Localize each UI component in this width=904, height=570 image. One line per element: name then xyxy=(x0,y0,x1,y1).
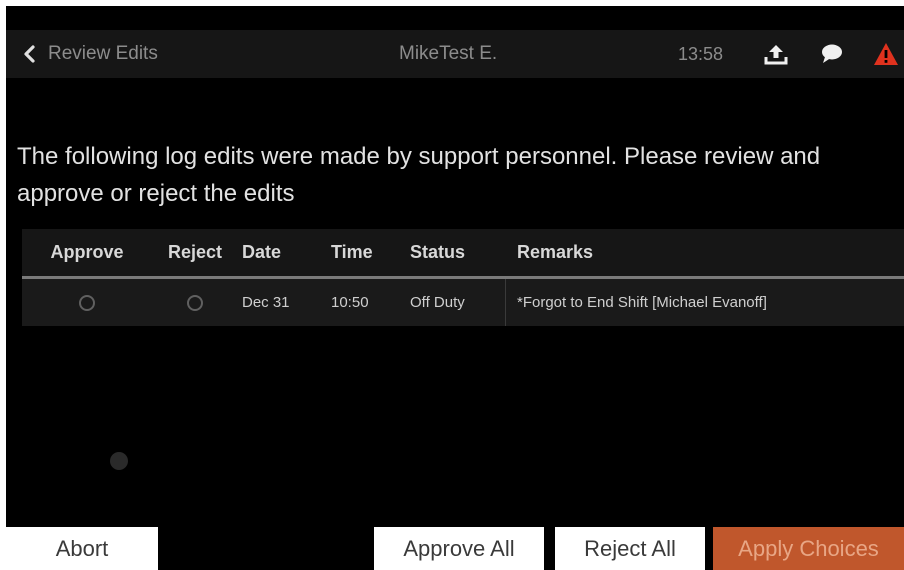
approve-radio[interactable] xyxy=(79,294,95,311)
reject-all-button[interactable]: Reject All xyxy=(555,527,705,570)
abort-button[interactable]: Abort xyxy=(6,527,158,570)
column-header-approve: Approve xyxy=(50,242,124,262)
column-header-date: Date xyxy=(242,242,282,262)
chevron-left-icon xyxy=(22,45,36,63)
remarks-cell: *Forgot to End Shift [Michael Evanoff] xyxy=(517,294,767,311)
top-bar: Review Edits MikeTest E. 13:58 xyxy=(6,30,904,78)
approve-cell xyxy=(22,279,152,326)
back-button[interactable]: Review Edits xyxy=(22,30,158,78)
column-header-time: Time xyxy=(331,242,373,262)
status-cell: Off Duty xyxy=(410,294,465,311)
upload-icon[interactable] xyxy=(758,30,794,78)
column-header-reject: Reject xyxy=(167,242,223,262)
approve-all-button[interactable]: Approve All xyxy=(374,527,544,570)
table-header: Approve Reject Date Time Status Remarks xyxy=(22,229,904,279)
edits-table: Approve Reject Date Time Status Remarks … xyxy=(22,229,904,326)
column-header-status: Status xyxy=(410,242,466,262)
apply-choices-button[interactable]: Apply Choices xyxy=(713,527,904,570)
reject-radio[interactable] xyxy=(187,294,203,311)
date-cell: Dec 31 xyxy=(242,294,290,311)
warning-icon[interactable] xyxy=(868,30,904,78)
chat-icon[interactable] xyxy=(814,30,850,78)
table-row: Dec 31 10:50 Off Duty *Forgot to End Shi… xyxy=(22,279,904,326)
floating-dot xyxy=(110,452,128,470)
time-cell: 10:50 xyxy=(331,294,369,311)
reject-cell xyxy=(152,279,238,326)
review-message: The following log edits were made by sup… xyxy=(17,143,821,207)
column-header-remarks: Remarks xyxy=(517,242,594,262)
app-screen: Review Edits MikeTest E. 13:58 The follo… xyxy=(6,6,904,570)
column-divider xyxy=(505,279,506,326)
clock: 13:58 xyxy=(678,44,724,64)
driver-name: MikeTest E. xyxy=(399,43,498,64)
back-label: Review Edits xyxy=(48,43,158,64)
